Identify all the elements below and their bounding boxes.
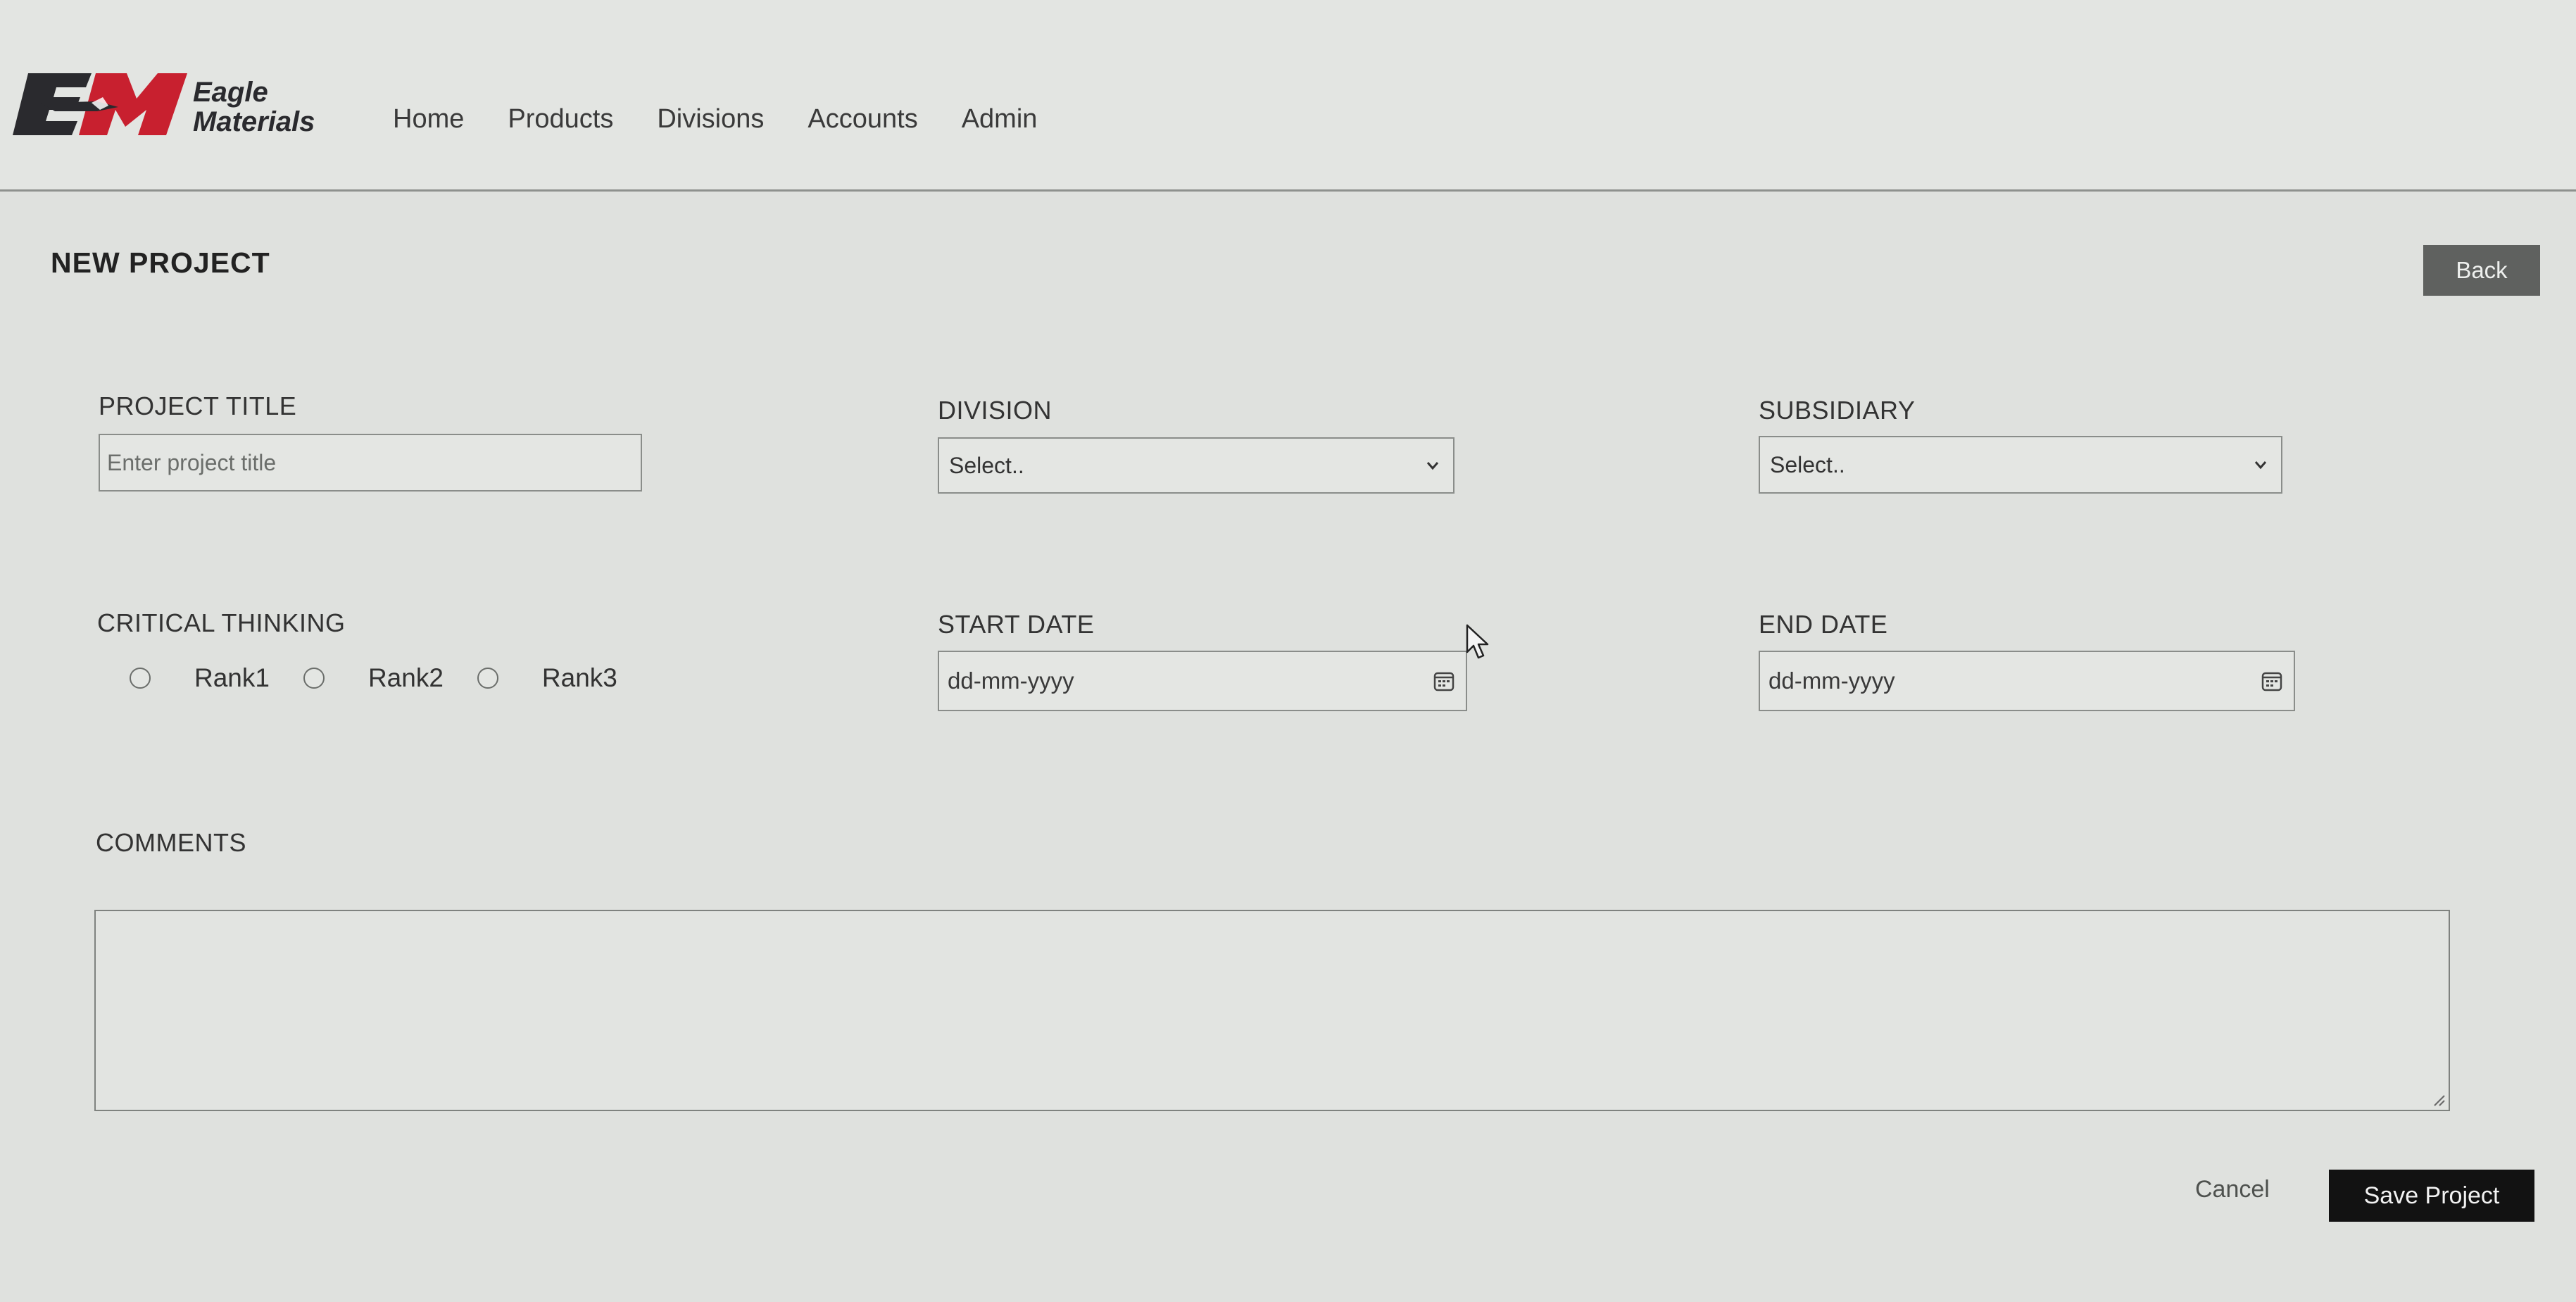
top-navigation-bar: Eagle Materials Home Products Divisions …: [0, 0, 2576, 192]
radio-option-rank1[interactable]: Rank1: [130, 663, 270, 693]
subsidiary-select-value: Select..: [1770, 451, 1845, 477]
end-date-label: END DATE: [1759, 610, 1888, 639]
calendar-icon[interactable]: [2260, 669, 2284, 693]
radio-label-rank2: Rank2: [367, 663, 444, 692]
division-select-value: Select..: [949, 452, 1024, 478]
end-date-value: dd-mm-yyyy: [1768, 668, 1895, 694]
logo-mark: Eagle Materials: [13, 73, 315, 137]
project-title-input[interactable]: [99, 434, 642, 492]
radio-button[interactable]: [303, 668, 325, 689]
radio-option-rank2[interactable]: Rank2: [303, 663, 444, 693]
resize-grip-icon[interactable]: [2430, 1091, 2446, 1107]
start-date-value: dd-mm-yyyy: [948, 668, 1074, 694]
critical-thinking-label: CRITICAL THINKING: [97, 608, 346, 637]
logo-text-materials: Materials: [193, 106, 315, 137]
radio-button[interactable]: [477, 668, 498, 689]
back-button[interactable]: Back: [2423, 245, 2540, 296]
comments-textarea[interactable]: [94, 910, 2450, 1111]
start-date-label: START DATE: [938, 610, 1095, 639]
start-date-input[interactable]: dd-mm-yyyy: [938, 651, 1467, 711]
subsidiary-select[interactable]: Select..: [1759, 436, 2282, 494]
subsidiary-label: SUBSIDIARY: [1759, 396, 1916, 425]
nav-item-divisions[interactable]: Divisions: [657, 104, 764, 134]
nav-item-home[interactable]: Home: [393, 104, 464, 134]
main-nav: Home Products Divisions Accounts Admin: [393, 104, 1081, 134]
chevron-down-icon: [2254, 461, 2267, 470]
calendar-icon[interactable]: [1432, 669, 1456, 693]
nav-item-products[interactable]: Products: [508, 104, 613, 134]
nav-item-admin[interactable]: Admin: [962, 104, 1038, 134]
radio-option-rank3[interactable]: Rank3: [477, 663, 617, 693]
logo-text-eagle: Eagle: [193, 77, 268, 108]
division-select[interactable]: Select..: [938, 437, 1455, 494]
comments-label: COMMENTS: [96, 828, 246, 857]
radio-button[interactable]: [130, 668, 151, 689]
eagle-materials-logo[interactable]: Eagle Materials: [13, 70, 337, 141]
division-label: DIVISION: [938, 396, 1053, 425]
mouse-cursor-icon: [1466, 624, 1489, 659]
critical-thinking-radio-group: Rank1 Rank2 Rank3: [130, 663, 651, 693]
nav-item-accounts[interactable]: Accounts: [808, 104, 917, 134]
save-project-button[interactable]: Save Project: [2329, 1170, 2534, 1222]
page-title: NEW PROJECT: [51, 246, 270, 279]
end-date-input[interactable]: dd-mm-yyyy: [1759, 651, 2295, 711]
radio-label-rank3: Rank3: [541, 663, 617, 692]
chevron-down-icon: [1426, 462, 1439, 470]
project-title-label: PROJECT TITLE: [99, 392, 297, 420]
radio-label-rank1: Rank1: [194, 663, 270, 692]
cancel-button[interactable]: Cancel: [2195, 1176, 2270, 1203]
